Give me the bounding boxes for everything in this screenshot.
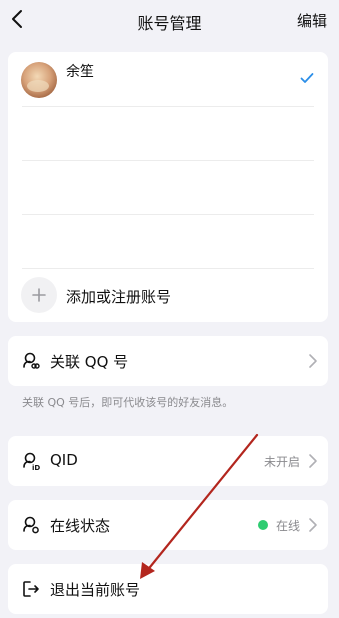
logout-label: 退出当前账号	[50, 581, 141, 599]
divider	[22, 214, 314, 215]
navigation-bar: 账号管理 编辑	[0, 0, 339, 40]
svg-text:iD: iD	[32, 464, 40, 471]
add-account-button[interactable]	[21, 277, 57, 313]
id-person-icon: iD	[23, 452, 40, 471]
divider	[22, 106, 314, 107]
chevron-right-icon	[309, 518, 317, 532]
status-person-icon	[23, 516, 39, 534]
edit-button[interactable]: 编辑	[297, 10, 327, 31]
account-item[interactable]: 余笙	[8, 52, 328, 106]
account-name: 余笙	[66, 64, 94, 80]
page-title: 账号管理	[137, 14, 202, 33]
online-status-dot	[258, 520, 268, 530]
plus-icon	[32, 288, 46, 302]
online-status-value: 在线	[275, 519, 300, 533]
link-qq-hint: 关联 QQ 号后，即可代收该号的好友消息。	[22, 396, 234, 409]
check-icon	[300, 73, 314, 83]
chevron-right-icon	[309, 454, 317, 468]
qid-label: QID	[50, 451, 78, 469]
account-list-card: 余笙 添加或注册账号	[8, 52, 328, 322]
divider	[22, 268, 314, 269]
online-status-label: 在线状态	[50, 517, 111, 535]
qid-row[interactable]: iD QID 未开启	[8, 436, 328, 486]
divider	[22, 160, 314, 161]
add-account-label[interactable]: 添加或注册账号	[66, 286, 171, 307]
qid-status: 未开启	[263, 455, 300, 469]
logout-row[interactable]: 退出当前账号	[8, 564, 328, 614]
link-person-icon	[23, 352, 40, 369]
logout-icon	[23, 581, 39, 597]
chevron-right-icon	[309, 354, 317, 368]
link-qq-label: 关联 QQ 号	[50, 353, 129, 371]
link-qq-row[interactable]: 关联 QQ 号	[8, 336, 328, 386]
avatar	[21, 62, 57, 98]
online-status-row[interactable]: 在线状态 在线	[8, 500, 328, 550]
